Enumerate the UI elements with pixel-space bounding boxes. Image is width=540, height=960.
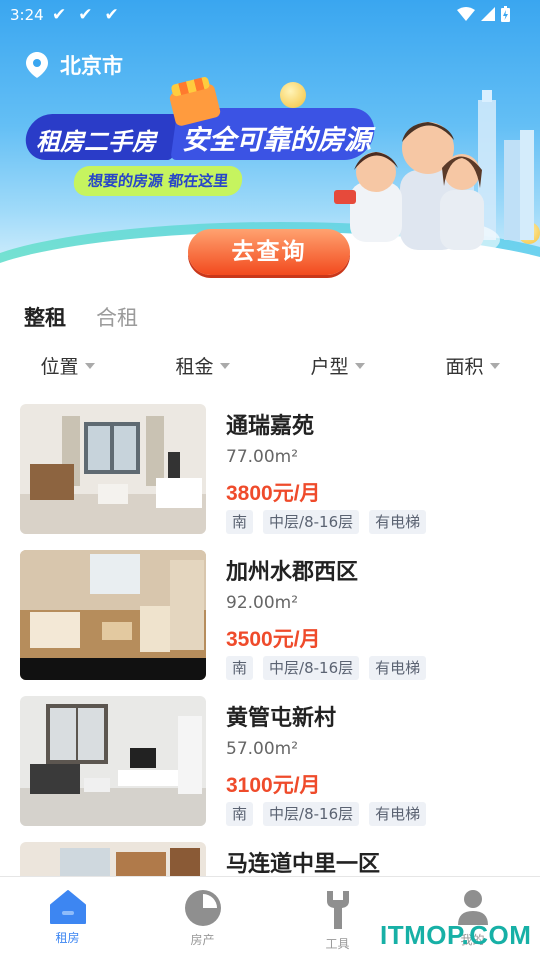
status-bar: 3:24 ✔ ✔ ✔ [0,0,540,32]
listing-name: 马连道中里一区 [226,851,381,876]
wifi-icon [457,7,475,21]
check-notification-icon: ✔ [104,5,119,25]
listing-name: 加州水郡西区 [226,559,359,584]
wrench-icon [326,891,349,929]
listing-name: 黄管屯新村 [226,705,337,730]
battery-icon [501,6,510,22]
signal-icon [481,7,495,21]
listing-tag: 有电梯 [369,802,427,826]
filter-label: 租金 [175,356,214,378]
listing-item[interactable]: 马连道中里一区 [0,842,540,876]
listing-tag: 南 [226,802,254,826]
listing-tag: 南 [226,656,254,680]
listing-area: 92.00m² [226,593,299,613]
check-notification-icon: ✔ [52,5,67,25]
site-watermark: ITMOP.COM [380,920,532,950]
banner-sub-slogan: 想要的房源 都在这里 [72,166,244,196]
listing-tag: 中层/8-16层 [263,656,360,680]
location-selector[interactable]: 北京市 [26,50,123,80]
check-notification-icon: ✔ [78,5,93,25]
listing-name: 通瑞嘉苑 [226,413,315,438]
location-pin-icon [26,52,48,78]
listing-photo [20,550,206,680]
listing-tag: 有电梯 [369,656,427,680]
nav-property[interactable]: 房产 [135,877,270,960]
pie-chart-icon [184,890,221,926]
listing-area: 57.00m² [226,739,299,759]
nav-rent[interactable]: 租房 [0,877,135,960]
listing-photo [20,842,206,876]
listing-item[interactable]: 通瑞嘉苑 77.00m² 3800元/月 南 中层/8-16层 有电梯 [0,404,540,550]
filter-rent[interactable]: 租金 [135,350,270,380]
listing-area: 77.00m² [226,447,299,467]
listing-price: 3500元/月 [226,628,321,651]
tab-whole-rent[interactable]: 整租 [24,302,68,334]
tab-shared-rent[interactable]: 合租 [96,302,138,332]
filter-location[interactable]: 位置 [0,350,135,380]
filter-label: 户型 [310,356,349,378]
listing-price: 3100元/月 [226,774,321,797]
listing-photo [20,696,206,826]
listing-tag: 中层/8-16层 [263,802,360,826]
filter-area[interactable]: 面积 [405,350,540,380]
house-icon [49,890,86,924]
listing-tag: 有电梯 [369,510,427,534]
listing-price: 3800元/月 [226,482,321,505]
listing-tag: 中层/8-16层 [263,510,360,534]
caret-down-icon [354,363,365,369]
rent-type-tabs: 整租 合租 [24,302,138,334]
nav-label: 工具 [325,937,350,951]
listing-tag: 南 [226,510,254,534]
couple-illustration [334,122,500,260]
city-name: 北京市 [60,55,123,78]
slogan-left: 租房二手房 [36,128,156,156]
listing-list: 通瑞嘉苑 77.00m² 3800元/月 南 中层/8-16层 有电梯 加州水郡… [0,404,540,876]
listing-item[interactable]: 加州水郡西区 92.00m² 3500元/月 南 中层/8-16层 有电梯 [0,550,540,696]
notification-icons: ✔ ✔ ✔ [52,5,119,25]
listing-item[interactable]: 黄管屯新村 57.00m² 3100元/月 南 中层/8-16层 有电梯 [0,696,540,842]
nav-label: 房产 [190,933,215,947]
status-time: 3:24 [10,6,44,24]
caret-down-icon [84,363,95,369]
filter-bar: 位置 租金 户型 面积 [0,350,540,380]
filter-label: 面积 [445,356,484,378]
caret-down-icon [219,363,230,369]
nav-label: 租房 [55,931,80,945]
listing-photo [20,404,206,534]
caret-down-icon [489,363,500,369]
search-now-button[interactable]: 去查询 [188,229,350,275]
filter-layout[interactable]: 户型 [270,350,405,380]
coin-decoration [280,82,306,108]
filter-label: 位置 [40,356,79,378]
